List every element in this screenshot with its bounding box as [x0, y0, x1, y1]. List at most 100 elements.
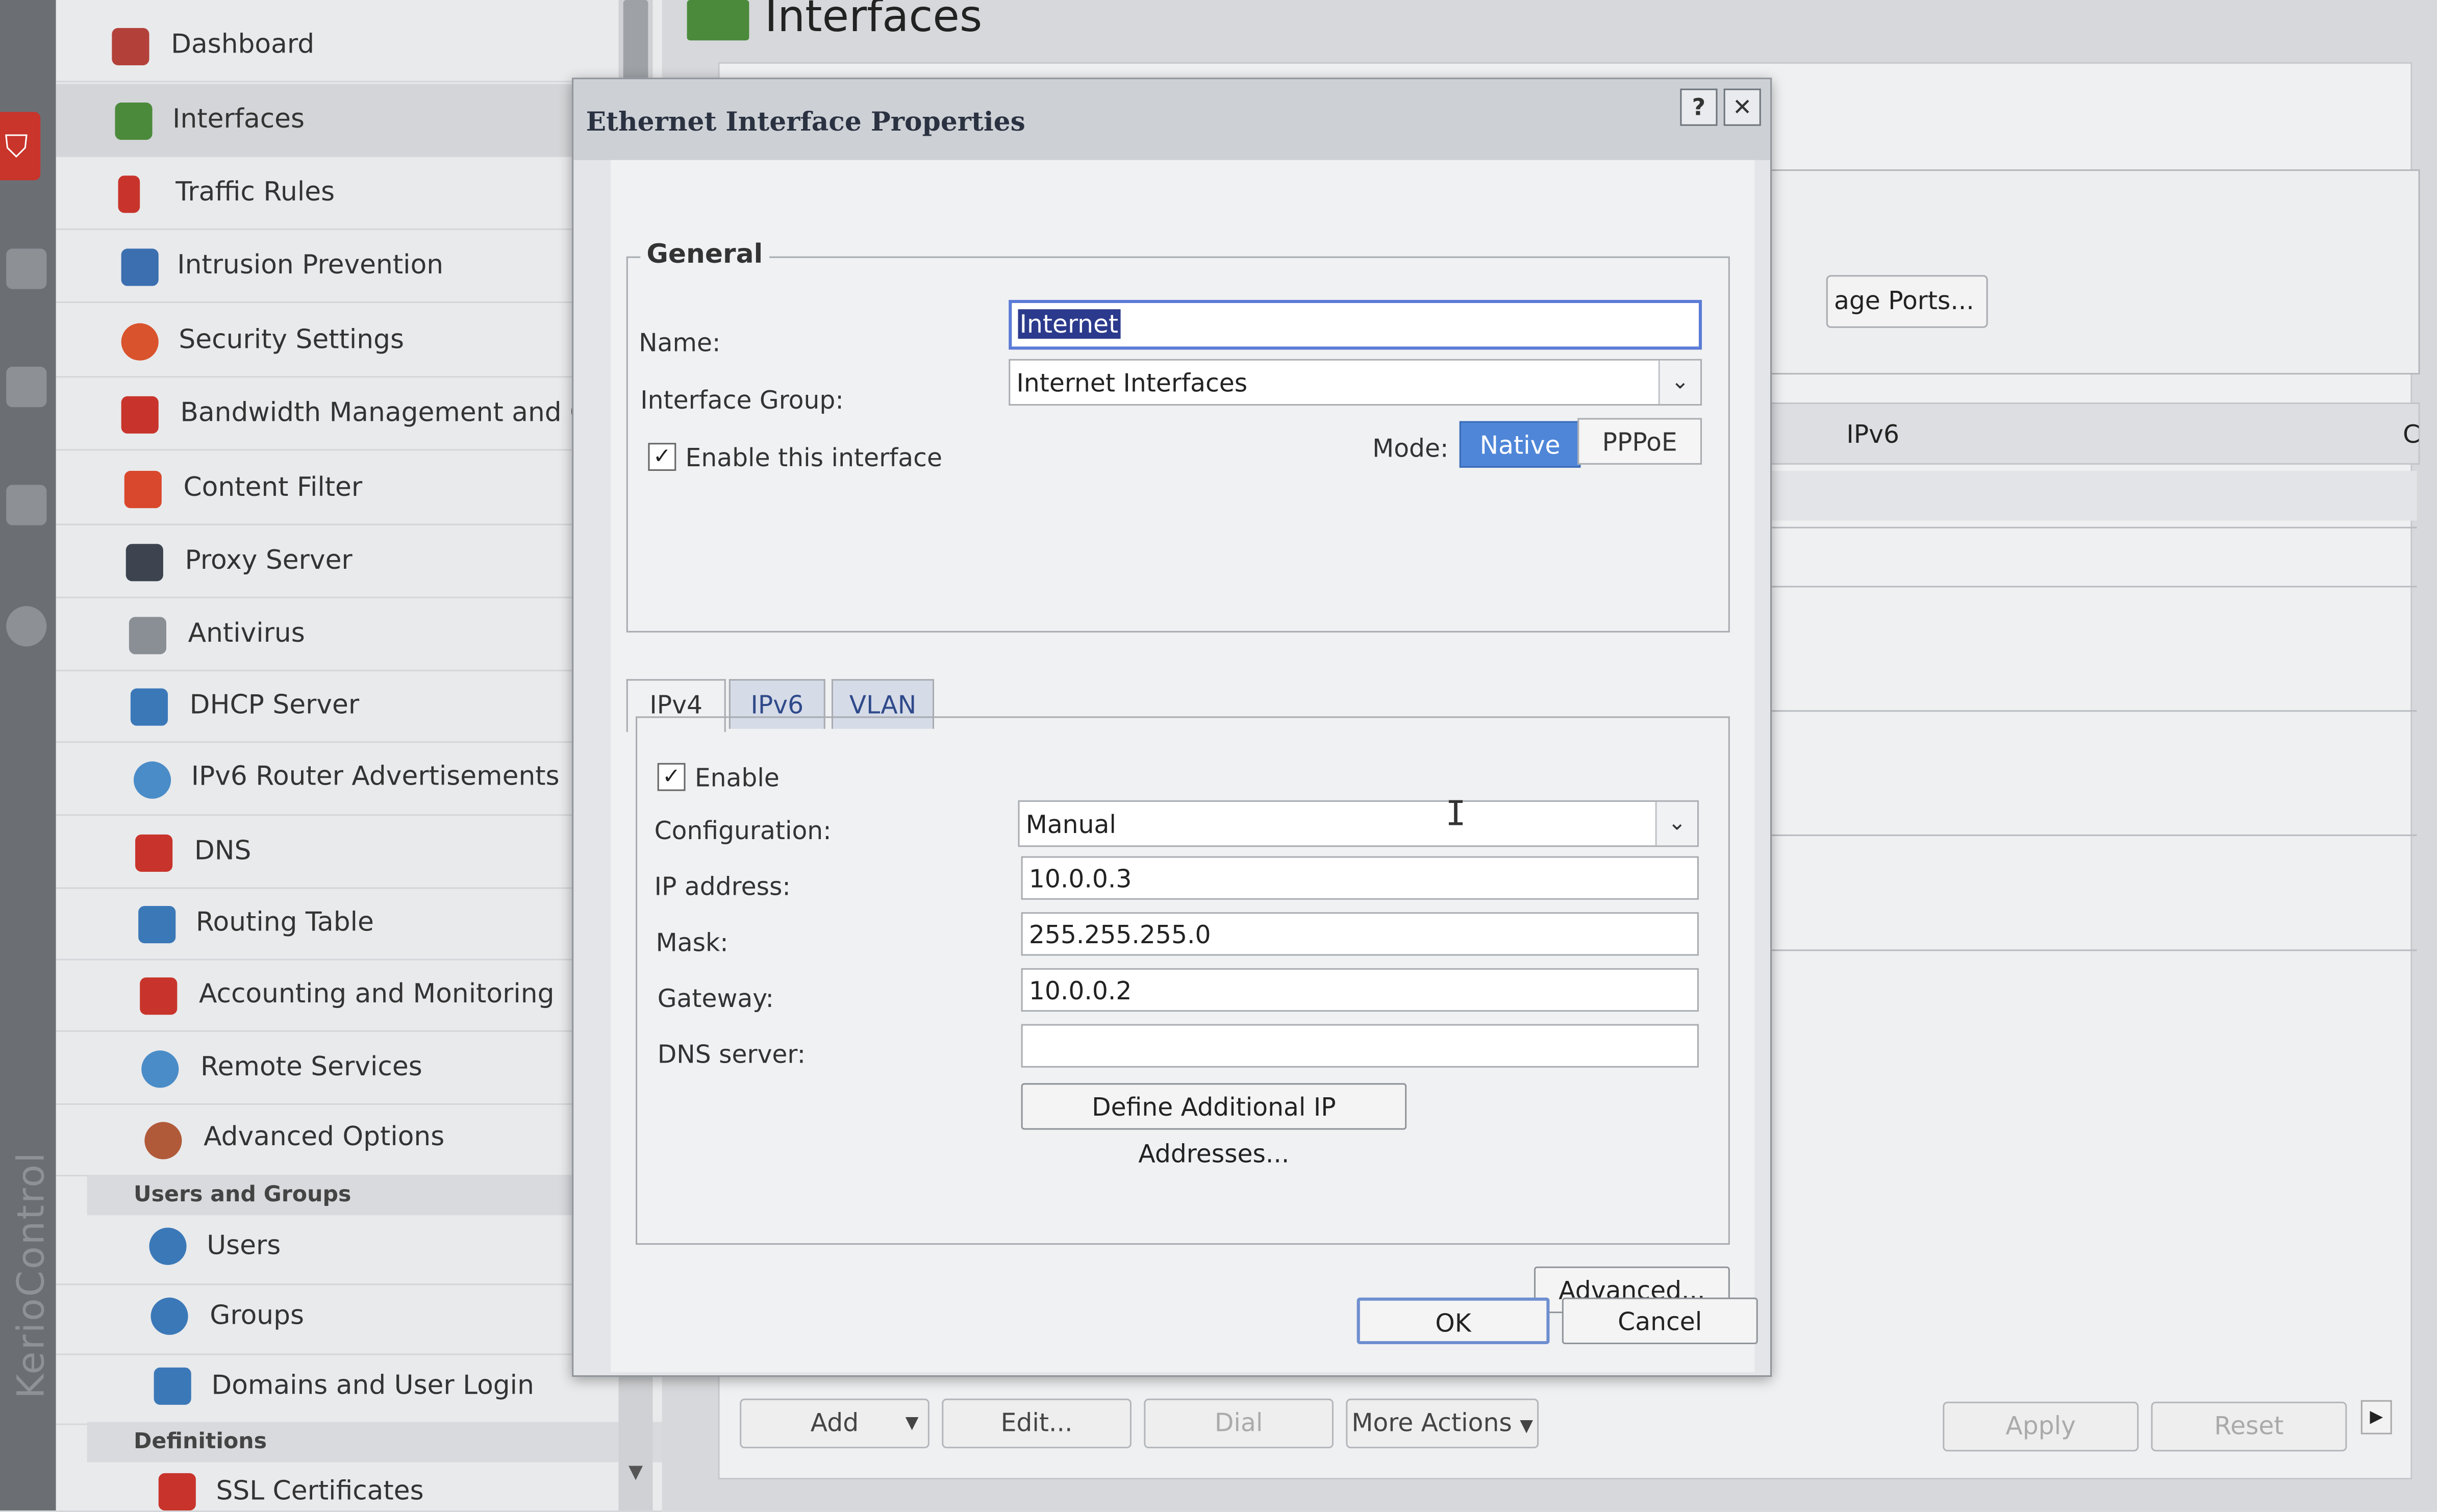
sidebar-item-ipv6-router-advertisements[interactable]: IPv6 Router Advertisements: [56, 743, 662, 816]
cancel-button[interactable]: Cancel: [1562, 1297, 1758, 1345]
scroll-right-arrow-icon[interactable]: ▶: [2360, 1400, 2392, 1434]
sidebar-item-dashboard[interactable]: Dashboard: [56, 9, 662, 83]
mask-label: Mask:: [656, 927, 728, 957]
sidebar-item-label: Groups: [210, 1300, 304, 1332]
dialog-titlebar[interactable]: Ethernet Interface Properties ? ✕: [573, 79, 1771, 160]
sidebar-item-security-settings[interactable]: Security Settings: [56, 305, 662, 378]
column-cut[interactable]: C: [2403, 420, 2420, 449]
mode-pppoe-button[interactable]: PPPoE: [1577, 418, 1702, 465]
sidebar-item-intrusion-prevention[interactable]: Intrusion Prevention: [56, 230, 662, 304]
scroll-down-arrow-icon[interactable]: ▼: [623, 1461, 648, 1492]
sidebar-item-label: DHCP Server: [189, 690, 360, 721]
sidebar-item-label: IPv6 Router Advertisements: [191, 761, 560, 793]
sidebar: Dashboard Interfaces Traffic Rules Intru…: [56, 0, 709, 1512]
sidebar-item-dns[interactable]: DNS: [56, 816, 662, 889]
interface-group-label: Interface Group:: [640, 385, 844, 415]
edit-button[interactable]: Edit...: [942, 1398, 1132, 1449]
dialog-title: Ethernet Interface Properties: [586, 107, 1025, 139]
ip-address-field[interactable]: 10.0.0.3: [1021, 856, 1699, 900]
name-field-value: Internet: [1018, 309, 1120, 339]
more-actions-button[interactable]: More Actions ▼: [1346, 1398, 1539, 1449]
sidebar-item-label: Security Settings: [179, 324, 404, 356]
name-field[interactable]: Internet: [1009, 299, 1702, 350]
dial-button[interactable]: Dial: [1144, 1398, 1334, 1449]
sidebar-item-label: Interfaces: [172, 104, 305, 136]
more-actions-label: More Actions: [1351, 1407, 1512, 1438]
sidebar-item-proxy-server[interactable]: Proxy Server: [56, 525, 662, 598]
settings-rail-icon[interactable]: [6, 248, 47, 289]
define-additional-ip-button[interactable]: Define Additional IP Addresses...: [1021, 1083, 1407, 1169]
sidebar-item-groups[interactable]: Groups: [56, 1282, 662, 1355]
sidebar-item-bandwidth-management[interactable]: Bandwidth Management and Q: [56, 377, 662, 451]
reset-button[interactable]: Reset: [2151, 1401, 2347, 1452]
status-rail-icon[interactable]: [6, 606, 47, 647]
sidebar-item-accounting-monitoring[interactable]: Accounting and Monitoring: [56, 959, 662, 1032]
ip-address-label: IP address:: [654, 871, 791, 901]
ethernet-interface-properties-dialog: Ethernet Interface Properties ? ✕ Genera…: [572, 78, 1772, 1377]
interface-group-value: Internet Interfaces: [1016, 368, 1248, 398]
bandwidth-icon: [121, 396, 159, 434]
sidebar-item-traffic-rules[interactable]: Traffic Rules: [56, 157, 662, 230]
sidebar-item-routing-table[interactable]: Routing Table: [56, 887, 662, 961]
sidebar-item-label: Accounting and Monitoring: [198, 979, 555, 1011]
apply-button[interactable]: Apply: [1943, 1401, 2139, 1452]
chevron-down-icon[interactable]: ⌄: [1655, 801, 1697, 846]
stats-rail-icon[interactable]: [6, 366, 47, 408]
sidebar-item-domains-user-login[interactable]: Domains and User Login: [56, 1352, 662, 1425]
section-definitions: Definitions: [87, 1422, 709, 1463]
ok-button[interactable]: OK: [1356, 1297, 1550, 1345]
name-label: Name:: [639, 327, 721, 358]
sidebar-item-label: Traffic Rules: [175, 177, 335, 209]
sidebar-item-remote-services[interactable]: Remote Services: [56, 1032, 662, 1105]
sidebar-item-users[interactable]: Users: [56, 1212, 662, 1286]
mask-field[interactable]: 255.255.255.0: [1021, 912, 1699, 956]
ipv4-enable-checkbox[interactable]: ✓: [657, 763, 686, 791]
sidebar-item-label: Domains and User Login: [211, 1370, 534, 1402]
ipv4-enable-label: Enable: [694, 763, 780, 793]
add-button[interactable]: Add ▼: [740, 1398, 929, 1449]
network-card-icon: [115, 103, 153, 140]
sidebar-item-label: Bandwidth Management and Q: [180, 397, 591, 429]
sidebar-item-label: SSL Certificates: [216, 1476, 424, 1507]
routing-icon: [138, 905, 176, 944]
dialog-body: General Name: Internet Interface Group: …: [611, 160, 1755, 1372]
gateway-field[interactable]: 10.0.0.2: [1021, 968, 1699, 1012]
mode-label: Mode:: [1372, 433, 1449, 463]
enable-interface-checkbox[interactable]: ✓: [648, 443, 676, 471]
certificate-icon: [158, 1473, 196, 1511]
group-icon: [150, 1297, 188, 1335]
text-cursor-icon: I: [1445, 795, 1466, 835]
sidebar-item-antivirus[interactable]: Antivirus: [56, 598, 662, 672]
sidebar-item-content-filter[interactable]: Content Filter: [56, 452, 662, 525]
dns-server-label: DNS server:: [657, 1039, 806, 1069]
sidebar-item-ssl-certificates[interactable]: SSL Certificates: [56, 1461, 662, 1512]
column-ipv6[interactable]: IPv6: [1846, 420, 1899, 449]
security-shield-icon[interactable]: ⛉: [0, 112, 41, 181]
syringe-icon: [129, 617, 166, 654]
sidebar-item-label: Proxy Server: [185, 545, 353, 577]
configuration-label: Configuration:: [654, 816, 832, 846]
sidebar-item-label: Content Filter: [183, 472, 363, 504]
manage-ports-button[interactable]: age Ports...: [1826, 275, 1988, 328]
app-rail: ⛉ KerioControl: [0, 0, 56, 1511]
hand-stop-icon: [121, 323, 159, 361]
interface-group-select[interactable]: Internet Interfaces ⌄: [1009, 359, 1702, 406]
sidebar-item-advanced-options[interactable]: Advanced Options: [56, 1103, 662, 1177]
sidebar-item-dhcp-server[interactable]: DHCP Server: [56, 670, 662, 743]
close-icon[interactable]: ✕: [1723, 88, 1761, 126]
sidebar-item-label: Remote Services: [200, 1052, 422, 1083]
help-button[interactable]: ?: [1680, 88, 1718, 126]
chevron-down-icon: ▼: [1520, 1416, 1534, 1436]
sidebar-item-interfaces[interactable]: Interfaces: [56, 84, 662, 157]
mode-native-button[interactable]: Native: [1459, 421, 1581, 468]
domain-login-icon: [154, 1367, 191, 1405]
dns-server-field[interactable]: [1021, 1024, 1699, 1068]
chevron-down-icon: ▼: [905, 1413, 919, 1433]
configuration-select[interactable]: Manual ⌄: [1018, 800, 1699, 847]
monitor-icon: [130, 688, 168, 726]
logs-rail-icon[interactable]: [6, 485, 47, 525]
brand-logo: KerioControl: [9, 1151, 53, 1399]
add-button-label: Add: [810, 1407, 859, 1438]
chevron-down-icon[interactable]: ⌄: [1658, 360, 1700, 405]
sidebar-item-label: DNS: [194, 836, 252, 867]
